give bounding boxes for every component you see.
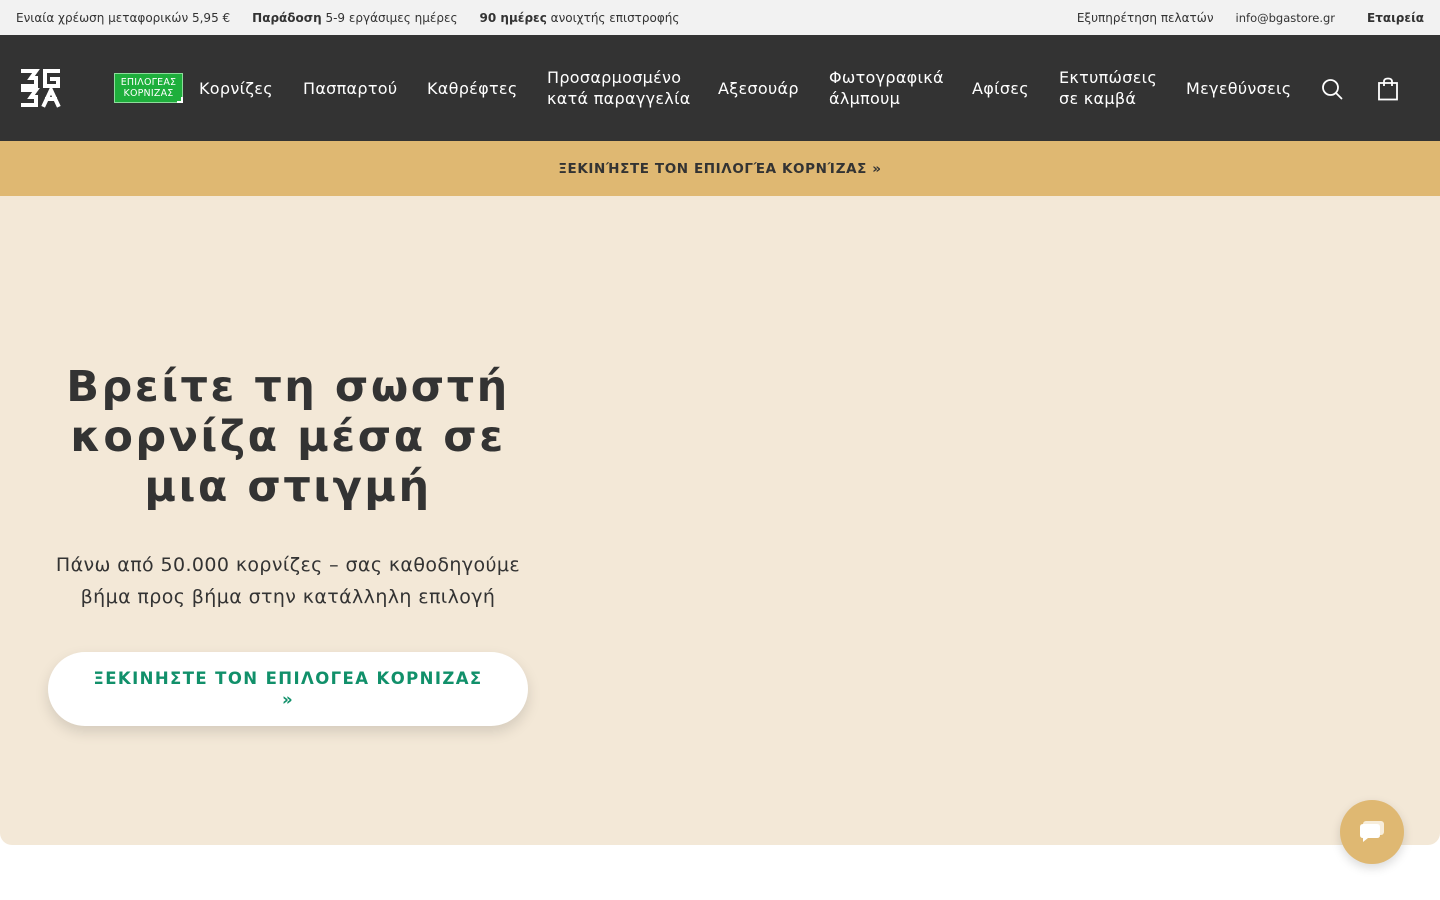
- topbar-usps: Ενιαία χρέωση μεταφορικών 5,95 € Παράδοσ…: [16, 11, 701, 25]
- nav-item-canvas-prints[interactable]: Εκτυπώσεις σε καμβά: [1059, 67, 1186, 109]
- main-header: ΕΠΙΛΟΓΕΑΣ ΚΟΡΝΙΖΑΣ Κορνίζες Πασπαρτού Κα…: [0, 35, 1440, 141]
- shipping-info: Ενιαία χρέωση μεταφορικών 5,95 €: [16, 10, 231, 25]
- nav-item-mats[interactable]: Πασπαρτού: [303, 78, 427, 99]
- email-link[interactable]: info@bgastore.gr: [1236, 11, 1336, 25]
- nav-item-accessories[interactable]: Αξεσουάρ: [718, 78, 829, 99]
- search-icon[interactable]: [1321, 78, 1343, 100]
- frame-selector-badge[interactable]: ΕΠΙΛΟΓΕΑΣ ΚΟΡΝΙΖΑΣ: [114, 73, 183, 103]
- returns-info: 90 ημέρες ανοιχτής επιστροφής: [480, 11, 680, 25]
- customer-service-link[interactable]: Εξυπηρέτηση πελατών: [1077, 11, 1214, 25]
- bga-logo[interactable]: [20, 68, 62, 108]
- chat-button[interactable]: [1340, 800, 1404, 864]
- delivery-text: 5-9 εργάσιμες ημέρες: [321, 10, 458, 25]
- nav-item-custom-made[interactable]: Προσαρμοσμένο κατά παραγγελία: [547, 67, 718, 109]
- nav-item-frames[interactable]: Κορνίζες: [199, 78, 303, 99]
- nav-item-photo-albums[interactable]: Φωτογραφικά άλμπουμ: [829, 67, 972, 109]
- delivery-label: Παράδοση: [252, 10, 322, 25]
- returns-text: ανοιχτής επιστροφής: [546, 10, 680, 25]
- nav-item-posters[interactable]: Αφίσες: [972, 78, 1059, 99]
- frame-selector-banner[interactable]: ΞΕΚΙΝΉΣΤΕ ΤΟΝ ΕΠΙΛΟΓΈΑ ΚΟΡΝΊΖΑΣ »: [0, 141, 1440, 196]
- top-info-bar: Ενιαία χρέωση μεταφορικών 5,95 € Παράδοσ…: [0, 0, 1440, 35]
- badge-line-1: ΕΠΙΛΟΓΕΑΣ: [120, 77, 177, 88]
- shopping-bag-icon[interactable]: [1377, 77, 1399, 101]
- company-link[interactable]: Εταιρεία: [1367, 11, 1424, 25]
- topbar-links: Εξυπηρέτηση πελατών info@bgastore.gr Ετα…: [1055, 11, 1424, 25]
- badge-line-2: ΚΟΡΝΙΖΑΣ: [123, 88, 174, 99]
- chat-bubble-icon: [1360, 821, 1384, 842]
- returns-label: 90 ημέρες: [479, 10, 547, 25]
- hero-title: Βρείτε τη σωστή κορνίζα μέσα σε μια στιγ…: [66, 362, 510, 512]
- banner-label: ΞΕΚΙΝΉΣΤΕ ΤΟΝ ΕΠΙΛΟΓΈΑ ΚΟΡΝΊΖΑΣ »: [558, 160, 882, 177]
- main-nav: Κορνίζες Πασπαρτού Καθρέφτες Προσαρμοσμέ…: [199, 35, 1296, 141]
- delivery-info: Παράδοση 5-9 εργάσιμες ημέρες: [252, 11, 457, 25]
- start-frame-selector-button[interactable]: ΞΕΚΙΝΗΣΤΕ ΤΟΝ ΕΠΙΛΟΓΕΑ ΚΟΡΝΙΖΑΣ »: [48, 652, 528, 726]
- below-hero-section: [0, 845, 1440, 900]
- hero-subtitle: Πάνω από 50.000 κορνίζες – σας καθοδηγού…: [55, 554, 521, 608]
- hero-section: Βρείτε τη σωστή κορνίζα μέσα σε μια στιγ…: [0, 196, 1440, 845]
- nav-item-enlargements[interactable]: Μεγεθύνσεις: [1186, 78, 1296, 99]
- badge-corner-icon: [177, 97, 183, 103]
- nav-item-mirrors[interactable]: Καθρέφτες: [427, 78, 547, 99]
